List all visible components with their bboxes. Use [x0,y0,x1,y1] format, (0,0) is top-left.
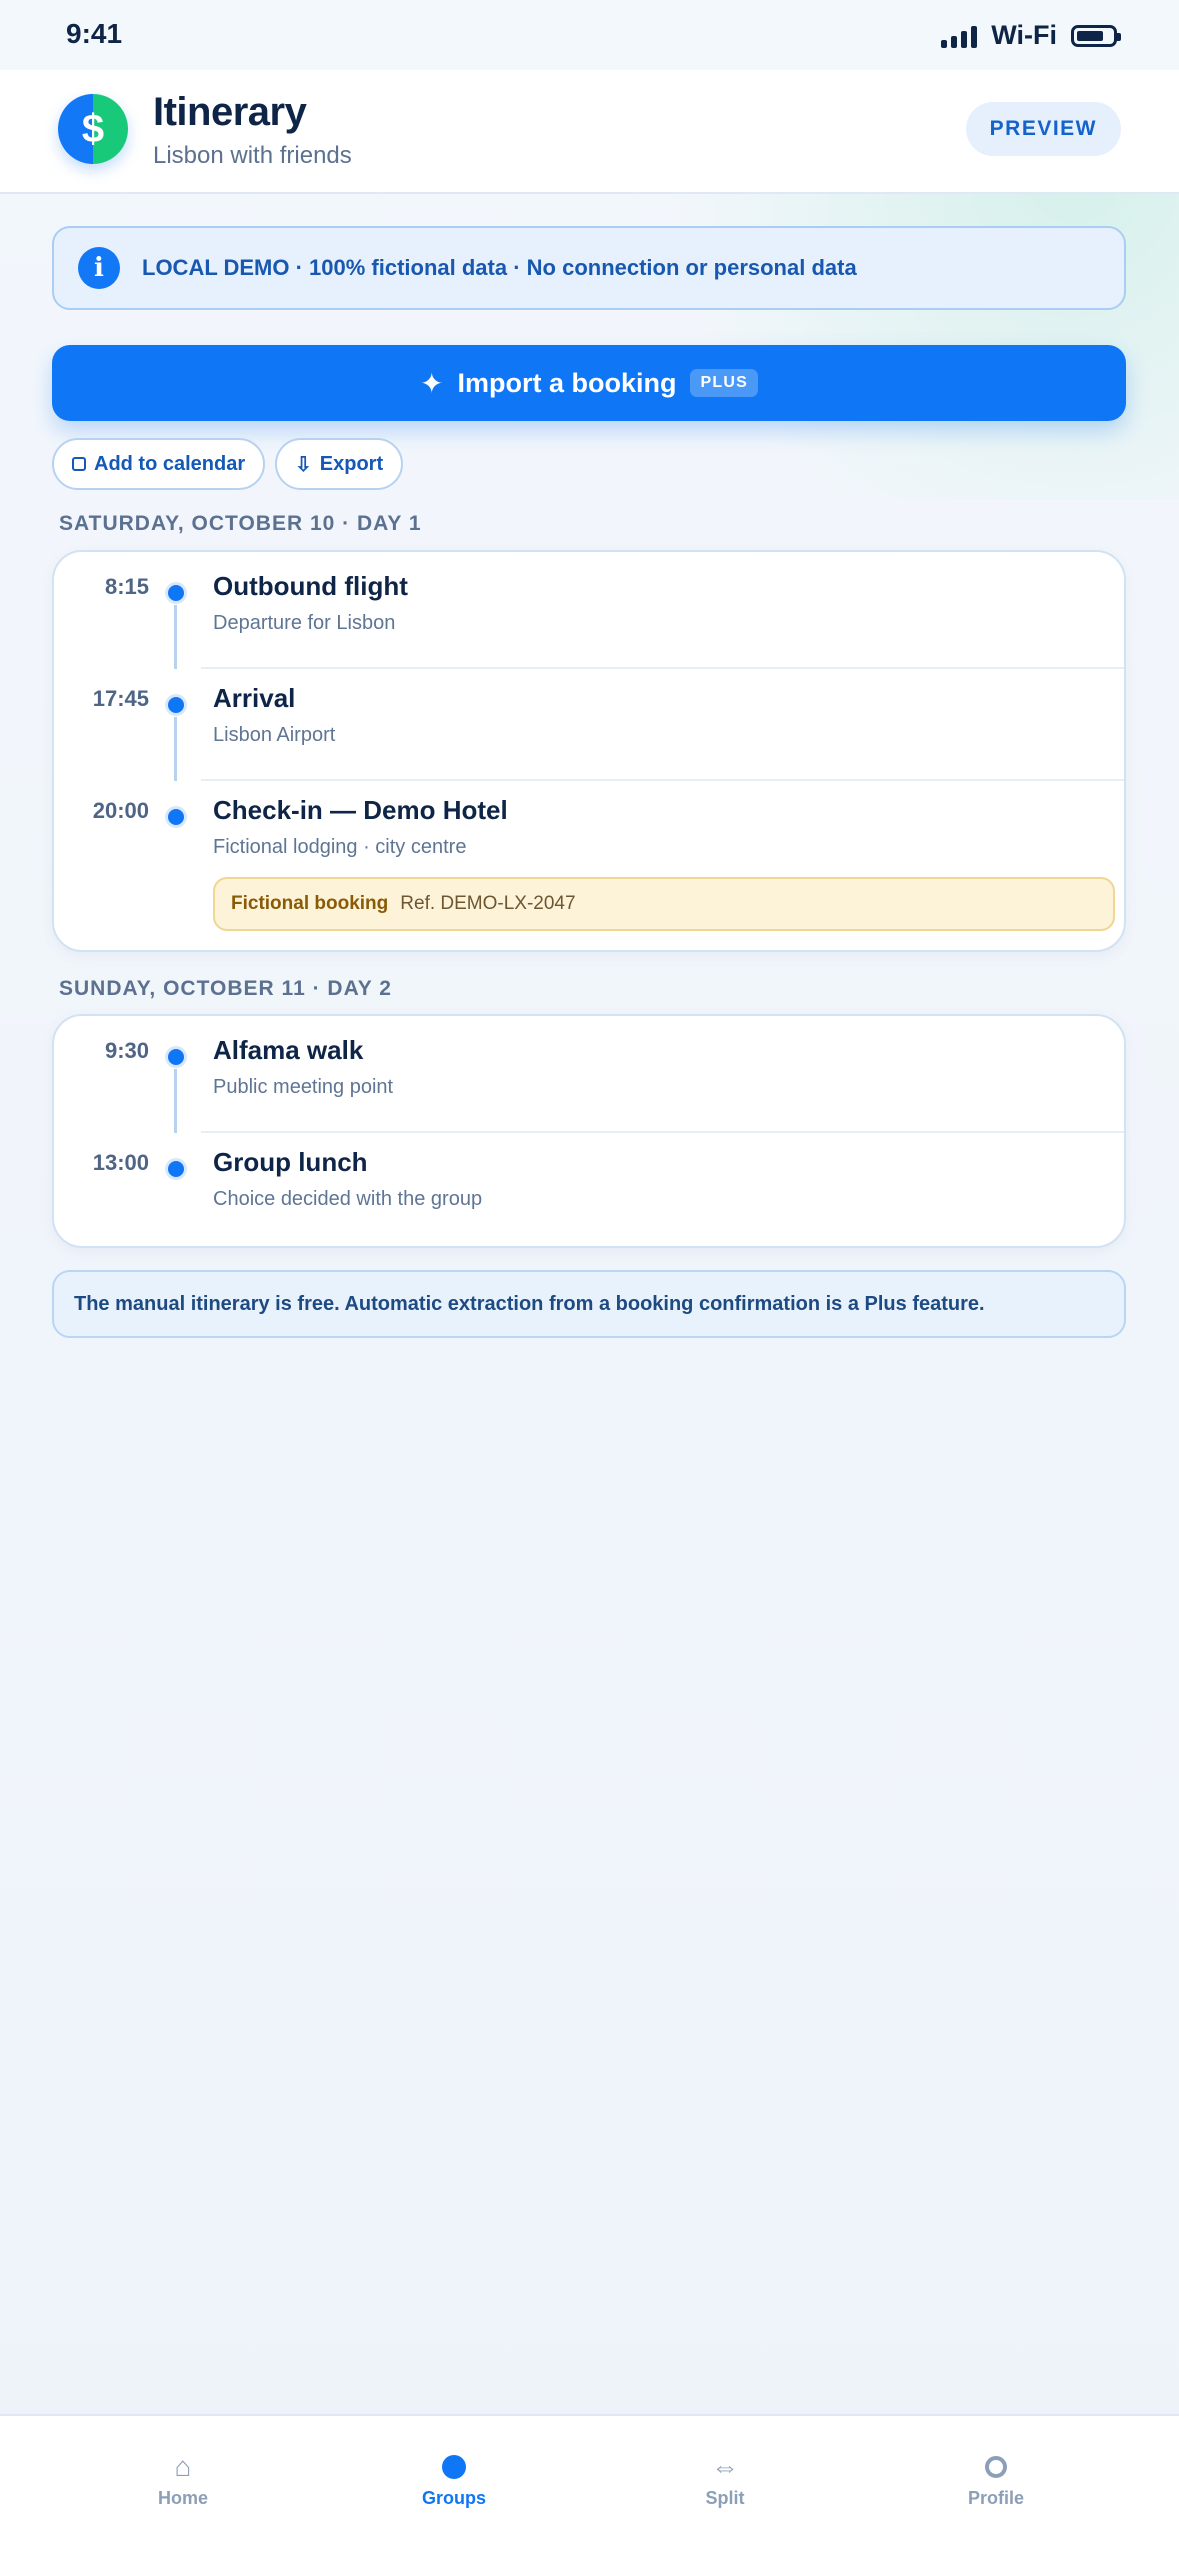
export-button[interactable]: ⇩ Export [275,438,404,490]
event-subtitle: Public meeting point [213,1076,394,1098]
day-card: 8:15 Outbound flight Departure for Lisbo… [52,550,1126,952]
battery-icon [1071,24,1121,47]
wifi-label: Wi-Fi [991,20,1057,50]
add-to-calendar-label: Add to calendar [94,452,246,475]
dollar-logo-icon: $ [58,94,128,164]
split-arrows-icon: ⇔ [711,2451,739,2482]
add-to-calendar-button[interactable]: Add to calendar [52,438,266,490]
import-booking-label: Import a booking [457,367,677,398]
profile-ring-icon [926,2452,1066,2482]
event-title: Check-in — Demo Hotel [213,795,508,825]
booking-label: Fictional booking [231,893,389,914]
event-subtitle: Choice decided with the group [213,1188,483,1210]
groups-dot-icon [384,2452,524,2482]
timeline-event[interactable]: 9:30 Alfama walk Public meeting point [54,1016,1124,1133]
sparkle-icon: ✦ [420,367,444,399]
timeline-line [174,1069,177,1133]
timeline-event[interactable]: 8:15 Outbound flight Departure for Lisbo… [54,552,1124,669]
event-subtitle: Departure for Lisbon [213,612,396,634]
app-header: $ Itinerary Lisbon with friends PREVIEW [0,70,1179,194]
timeline-dot [165,806,187,828]
day-header: SATURDAY, OCTOBER 10 · DAY 1 [59,512,422,535]
timeline-dot [165,1158,187,1180]
calendar-icon [72,457,86,471]
demo-banner-text: LOCAL DEMO · 100% fictional data · No co… [142,255,857,280]
tab-bar: ⌂ Home Groups ⇔ Split Profile [0,2414,1179,2556]
tab-label: Profile [967,2488,1024,2508]
event-time: 9:30 [104,1038,149,1063]
event-title: Arrival [213,683,296,713]
tab-profile[interactable]: Profile [926,2452,1066,2509]
preview-button[interactable]: PREVIEW [965,102,1121,156]
booking-reference: Ref. DEMO-LX-2047 [400,893,576,914]
event-time: 20:00 [92,798,149,823]
event-subtitle: Fictional lodging · city centre [213,836,467,858]
timeline-event[interactable]: 17:45 Arrival Lisbon Airport [54,669,1124,781]
plus-feature-note: The manual itinerary is free. Automatic … [52,1270,1126,1338]
tab-split[interactable]: ⇔ Split [655,2451,795,2509]
timeline-dot [165,1046,187,1068]
plus-badge: PLUS [690,369,758,397]
timeline-event[interactable]: 13:00 Group lunch Choice decided with th… [54,1133,1124,1245]
download-icon: ⇩ [295,453,312,476]
event-time: 8:15 [104,574,149,599]
event-title: Outbound flight [213,571,408,601]
tab-label: Home [157,2488,208,2508]
demo-banner: i LOCAL DEMO · 100% fictional data · No … [52,226,1126,310]
day-header: SUNDAY, OCTOBER 11 · DAY 2 [59,977,392,1000]
day-card: 9:30 Alfama walk Public meeting point 13… [52,1014,1126,1248]
timeline-line [174,605,177,669]
signal-icon [941,24,978,48]
event-time: 17:45 [92,686,149,711]
tab-groups[interactable]: Groups [384,2452,524,2509]
event-title: Alfama walk [213,1035,364,1065]
booking-tag: Fictional booking Ref. DEMO-LX-2047 [213,877,1115,931]
event-title: Group lunch [213,1147,368,1177]
tab-home[interactable]: ⌂ Home [113,2451,253,2509]
tab-label: Split [705,2488,745,2508]
timeline-dot [165,582,187,604]
status-time: 9:41 [66,18,123,49]
info-icon: i [78,247,120,289]
event-time: 13:00 [92,1150,149,1175]
page-subtitle: Lisbon with friends [153,142,352,169]
timeline-event[interactable]: 20:00 Check-in — Demo Hotel Fictional lo… [54,781,1124,950]
page-title: Itinerary [153,90,307,134]
timeline-line [174,717,177,781]
tab-label: Groups [421,2488,486,2508]
export-label: Export [319,452,384,475]
import-booking-button[interactable]: ✦ Import a booking PLUS [52,345,1126,421]
status-indicators: Wi-Fi [941,20,1121,51]
home-icon: ⌂ [174,2451,192,2482]
timeline-dot [165,694,187,716]
status-bar: 9:41 Wi-Fi [0,0,1179,70]
event-subtitle: Lisbon Airport [213,724,336,746]
